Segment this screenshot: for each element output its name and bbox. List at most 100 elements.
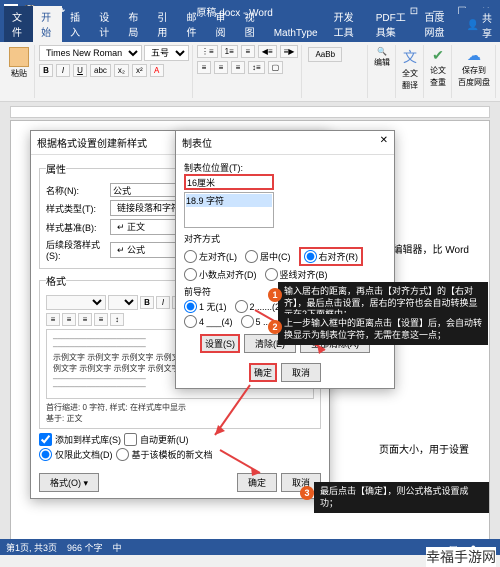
tab-baidu[interactable]: 百度网盘 xyxy=(416,6,458,42)
bold-button[interactable]: B xyxy=(140,296,154,309)
plagiarism-button[interactable]: ✔论文查重 xyxy=(428,45,448,90)
translate-group: 文全文翻译 xyxy=(397,45,424,98)
type-label: 样式类型(T): xyxy=(46,202,106,215)
cloud-icon: ☁ xyxy=(467,47,481,64)
add-gallery-checkbox[interactable] xyxy=(39,433,52,446)
tab-developer[interactable]: 开发工具 xyxy=(326,6,368,42)
add-gallery-label: 添加到样式库(S) xyxy=(55,433,121,446)
strikethrough-button[interactable]: abc xyxy=(90,64,111,77)
properties-legend: 属性 xyxy=(46,161,66,176)
tab-insert[interactable]: 插入 xyxy=(62,6,91,42)
format-size-select[interactable] xyxy=(108,295,138,310)
tab-mailings[interactable]: 邮件 xyxy=(178,6,207,42)
alignment-title: 对齐方式 xyxy=(184,232,386,245)
bold-button[interactable]: B xyxy=(39,64,53,77)
baidu-group: ☁保存到百度网盘 xyxy=(453,45,496,98)
indent-right-button[interactable]: ≡▶ xyxy=(280,45,299,58)
spacing-icon[interactable]: ↕ xyxy=(110,313,124,326)
edit-button[interactable]: 🔍编辑 xyxy=(372,45,392,70)
arrow-icon xyxy=(200,380,260,450)
align-bar-radio[interactable]: 竖线对齐(B) xyxy=(265,268,328,281)
tab-references[interactable]: 引用 xyxy=(149,6,178,42)
format-font-select[interactable] xyxy=(46,295,106,310)
find-icon: 🔍 xyxy=(377,47,387,56)
align-decimal-radio[interactable]: 小数点对齐(D) xyxy=(184,268,257,281)
language-status[interactable]: 中 xyxy=(113,541,122,554)
superscript-button[interactable]: x² xyxy=(132,64,147,77)
align-left-button[interactable]: ≡ xyxy=(46,313,60,326)
style-description: 首行缩进: 0 字符, 样式: 在样式库中显示 基于: 正文 xyxy=(46,402,314,424)
tab-home[interactable]: 开始 xyxy=(33,6,62,42)
tab-file[interactable]: 文件 xyxy=(4,6,33,42)
callout-badge-2: 2 xyxy=(268,320,282,334)
align-justify-button[interactable]: ≡ xyxy=(94,313,108,326)
paste-icon xyxy=(9,47,29,67)
font-color-button[interactable]: A xyxy=(150,64,164,77)
share-button[interactable]: 👤共享 xyxy=(459,8,500,42)
auto-update-checkbox[interactable] xyxy=(124,433,137,446)
callout-3: 最后点击【确定】，则公式格式设置成功； xyxy=(314,482,489,513)
tab-position-input[interactable] xyxy=(184,174,274,190)
callout-2: 上一步输入框中的距离点击【设置】后，会自动转换显示为制表位字符，无需在意这一点； xyxy=(278,314,488,345)
next-label: 后续段落样式(S): xyxy=(46,238,106,261)
subscript-button[interactable]: x₂ xyxy=(114,64,129,77)
bullets-button[interactable]: ⋮≡ xyxy=(197,45,218,58)
translate-button[interactable]: 文全文翻译 xyxy=(400,45,420,93)
tab-design[interactable]: 设计 xyxy=(91,6,120,42)
align-center-button[interactable]: ≡ xyxy=(62,313,76,326)
align-right-button[interactable]: ≡ xyxy=(231,61,245,74)
underline-button[interactable]: U xyxy=(73,64,87,77)
name-label: 名称(N): xyxy=(46,184,106,197)
only-doc-label: 仅限此文档(D) xyxy=(55,448,113,461)
align-left-button[interactable]: ≡ xyxy=(197,61,211,74)
multilist-button[interactable]: ≡ xyxy=(241,45,255,58)
font-group: Times New Roman 五号 B I U abc x₂ x² A xyxy=(36,45,193,98)
align-right-radio[interactable]: 右对齐(R) xyxy=(299,247,364,266)
styles-gallery[interactable]: AaBb xyxy=(306,45,344,64)
font-size-select[interactable]: 五号 xyxy=(144,45,189,61)
body-text-partial: 页面大小，用于设置 xyxy=(379,441,469,456)
tab-review[interactable]: 审阅 xyxy=(208,6,237,42)
font-name-select[interactable]: Times New Roman xyxy=(39,45,142,61)
page-status[interactable]: 第1页, 共3页 xyxy=(6,541,57,554)
callout-badge-3: 3 xyxy=(300,486,314,500)
numbering-button[interactable]: 1≡ xyxy=(221,45,238,58)
edit-group: 🔍编辑 xyxy=(369,45,396,98)
paste-button[interactable]: 粘贴 xyxy=(7,45,31,81)
body-text-partial: 式编辑器，比 Word xyxy=(383,241,470,256)
paragraph-group: ⋮≡ 1≡ ≡ ◀≡ ≡▶ ≡ ≡ ≡ ↕≡ ▢ xyxy=(194,45,302,98)
word-count[interactable]: 966 个字 xyxy=(67,541,103,554)
align-left-radio[interactable]: 左对齐(L) xyxy=(184,247,237,266)
watermark: 幸福手游网 xyxy=(426,547,496,567)
ribbon: 粘贴 Times New Roman 五号 B I U abc x₂ x² A … xyxy=(0,42,500,102)
auto-update-label: 自动更新(U) xyxy=(140,433,189,446)
format-dropdown-button[interactable]: 格式(O) ▾ xyxy=(39,473,99,492)
tab-mathtype[interactable]: MathType xyxy=(266,25,326,42)
check-icon: ✔ xyxy=(432,47,444,64)
tab-view[interactable]: 视图 xyxy=(237,6,266,42)
only-doc-radio[interactable] xyxy=(39,448,52,461)
translate-icon: 文 xyxy=(403,47,417,67)
styles-group: AaBb xyxy=(303,45,368,98)
align-center-radio[interactable]: 居中(C) xyxy=(245,247,291,266)
baidu-save-button[interactable]: ☁保存到百度网盘 xyxy=(456,45,492,90)
italic-button[interactable]: I xyxy=(56,64,70,77)
horizontal-ruler[interactable] xyxy=(10,106,490,118)
callout-badge-1: 1 xyxy=(268,288,282,302)
dialog-title: 制表位 xyxy=(182,135,212,150)
close-icon[interactable]: ✕ xyxy=(380,135,388,150)
position-label: 制表位位置(T): xyxy=(184,161,386,174)
align-center-button[interactable]: ≡ xyxy=(214,61,228,74)
tab-position-list[interactable]: 18.9 字符 xyxy=(184,192,274,228)
clipboard-group: 粘贴 xyxy=(4,45,35,98)
template-radio[interactable] xyxy=(116,448,129,461)
line-spacing-button[interactable]: ↕≡ xyxy=(248,61,265,74)
italic-button[interactable]: I xyxy=(156,296,170,309)
based-label: 样式基准(B): xyxy=(46,221,106,234)
align-right-button[interactable]: ≡ xyxy=(78,313,92,326)
check-group: ✔论文查重 xyxy=(425,45,452,98)
tab-layout[interactable]: 布局 xyxy=(120,6,149,42)
indent-left-button[interactable]: ◀≡ xyxy=(258,45,277,58)
tab-pdftools[interactable]: PDF工具集 xyxy=(368,6,417,42)
shading-button[interactable]: ▢ xyxy=(268,61,284,74)
